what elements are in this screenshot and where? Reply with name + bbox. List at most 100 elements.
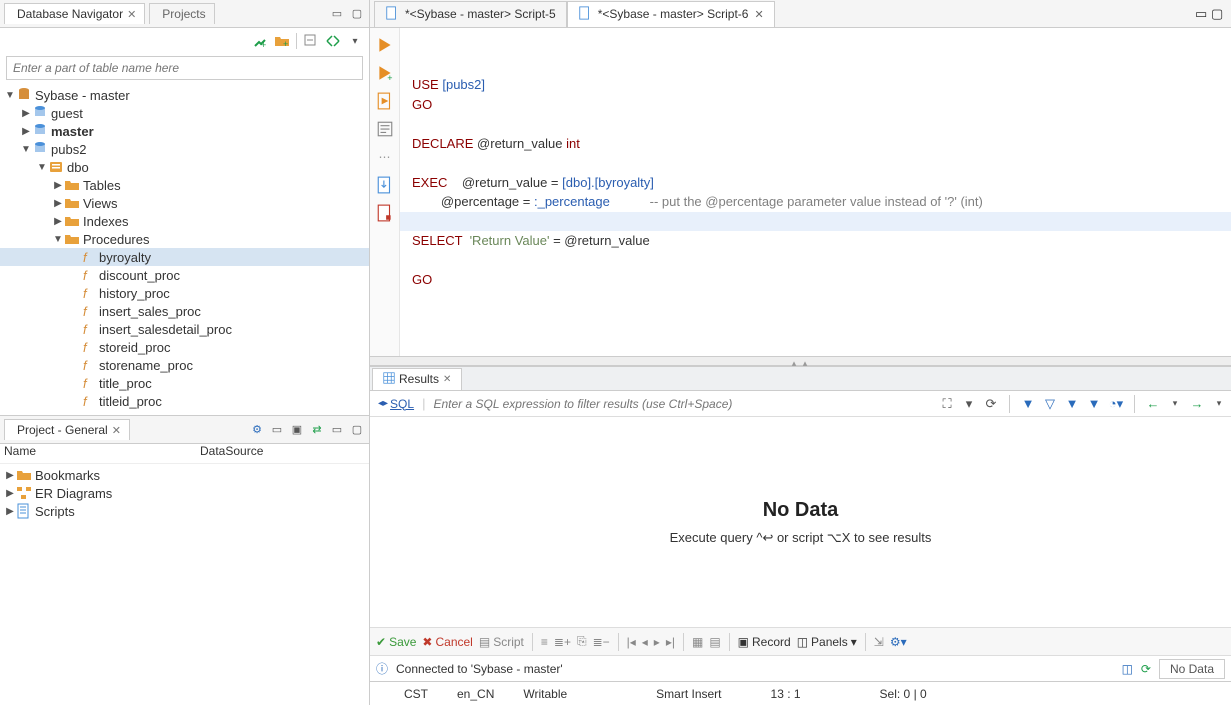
tree-proc-byroyalty[interactable]: f byroyalty	[0, 248, 369, 266]
prev-row-icon[interactable]: ◂	[642, 635, 648, 649]
refresh-status-icon[interactable]: ⟳	[1141, 662, 1151, 676]
close-icon[interactable]: ✕	[127, 8, 136, 21]
nav-back-menu-icon[interactable]: ▾	[1167, 396, 1183, 412]
project-tree[interactable]: ▶Bookmarks ▶ER Diagrams ▶Scripts	[0, 464, 369, 705]
tree-proc[interactable]: finsert_salesdetail_proc	[0, 320, 369, 338]
tree-proc[interactable]: finsert_sales_proc	[0, 302, 369, 320]
results-tab[interactable]: Results ✕	[372, 368, 462, 390]
tree-label: discount_proc	[99, 268, 180, 283]
minimize-icon[interactable]: ▭	[329, 422, 345, 438]
edit-cell-icon[interactable]: ≡	[541, 635, 548, 649]
project-tab[interactable]: Project - General ✕	[4, 419, 130, 440]
tree-proc[interactable]: ftitle_proc	[0, 374, 369, 392]
history-dropdown-icon[interactable]: ▾	[961, 396, 977, 412]
tree-folder-tables[interactable]: ▶ Tables	[0, 176, 369, 194]
tree-proc[interactable]: ftitleid_proc	[0, 392, 369, 410]
tree-proc[interactable]: fstoreid_proc	[0, 338, 369, 356]
project-item-bookmarks[interactable]: ▶Bookmarks	[0, 466, 369, 484]
tree-db-pubs2[interactable]: ▼ pubs2	[0, 140, 369, 158]
nav-forward-menu-icon[interactable]: ▾	[1211, 396, 1227, 412]
results-filter-row: ◂▸SQL | ⛶ ▾ ⟳ ▼ ▽ ▼ ▼ ◔▾ ← ▾ →	[370, 391, 1231, 417]
results-splitter[interactable]: ▴ ▴	[370, 356, 1231, 366]
tree-db-guest[interactable]: ▶ guest	[0, 104, 369, 122]
config-icon[interactable]: ⚙▾	[890, 635, 907, 649]
execute-new-tab-icon[interactable]: +	[376, 64, 394, 82]
save-script-icon[interactable]	[376, 204, 394, 222]
delete-row-icon[interactable]: ≣−	[593, 635, 610, 649]
add-row-icon[interactable]: ≣+	[554, 635, 571, 649]
link-editor-icon[interactable]	[325, 33, 341, 49]
execute-statement-icon[interactable]	[376, 36, 394, 54]
close-icon[interactable]: ✕	[754, 8, 763, 21]
last-row-icon[interactable]: ▸|	[666, 635, 675, 649]
cancel-button[interactable]: ✖Cancel	[422, 635, 472, 649]
new-folder-icon[interactable]: +	[274, 33, 290, 49]
nav-forward-icon[interactable]: →	[1189, 396, 1205, 412]
project-item-erdiagrams[interactable]: ▶ER Diagrams	[0, 484, 369, 502]
col-datasource: DataSource	[200, 444, 369, 463]
filter-settings-icon[interactable]: ▼	[1086, 396, 1102, 412]
next-row-icon[interactable]: ▸	[654, 635, 660, 649]
db-navigator-tree[interactable]: ▼ Sybase - master ▶ guest ▶ master ▼ pub…	[0, 84, 369, 415]
tree-filter-input[interactable]	[6, 56, 363, 80]
collapse-all-icon[interactable]: ▭	[269, 422, 285, 438]
folder-icon	[64, 231, 80, 247]
database-icon	[32, 105, 48, 121]
new-connection-icon[interactable]: +	[252, 33, 268, 49]
tree-schema-dbo[interactable]: ▼ dbo	[0, 158, 369, 176]
load-script-icon[interactable]	[376, 176, 394, 194]
duplicate-row-icon[interactable]: ⎘	[577, 634, 587, 649]
filter-icon[interactable]: ▼	[1020, 396, 1036, 412]
collapse-all-icon[interactable]	[303, 33, 319, 49]
export-icon[interactable]: ⇲	[874, 635, 884, 649]
close-icon[interactable]: ✕	[443, 374, 451, 385]
record-button[interactable]: ▣ Record	[738, 635, 791, 649]
tree-folder-views[interactable]: ▶ Views	[0, 194, 369, 212]
tree-proc[interactable]: fstorename_proc	[0, 356, 369, 374]
tree-folder-procedures[interactable]: ▼ Procedures	[0, 230, 369, 248]
maximize-icon[interactable]: ▢	[1211, 6, 1227, 22]
sql-keyword: USE	[412, 77, 439, 92]
filter-custom-icon[interactable]: ▼	[1064, 396, 1080, 412]
minimize-icon[interactable]: ▭	[1195, 6, 1211, 22]
save-button[interactable]: ✔Save	[376, 635, 416, 649]
gear-icon[interactable]: ⚙	[249, 422, 265, 438]
maximize-icon[interactable]: ▢	[349, 422, 365, 438]
tree-db-master[interactable]: ▶ master	[0, 122, 369, 140]
sql-editor[interactable]: USE [pubs2] GO DECLARE @return_value int…	[400, 28, 1231, 356]
results-filter-input[interactable]	[429, 394, 935, 414]
tree-root-connection[interactable]: ▼ Sybase - master	[0, 86, 369, 104]
expand-icon[interactable]: ⛶	[939, 396, 955, 412]
color-settings-icon[interactable]: ◔▾	[1108, 396, 1124, 412]
editor-tab-script5[interactable]: *<Sybase - master> Script-5	[374, 1, 567, 27]
view-menu-icon[interactable]: ▾	[347, 33, 363, 49]
execute-script-icon[interactable]	[376, 92, 394, 110]
link-icon[interactable]: ⇄	[309, 422, 325, 438]
sql-filter-label[interactable]: ◂▸SQL	[374, 397, 418, 411]
maximize-icon[interactable]: ▢	[349, 6, 365, 22]
transaction-icon[interactable]: ◫	[1122, 662, 1133, 676]
db-navigator-tab[interactable]: Database Navigator ✕	[4, 3, 145, 24]
projects-tab[interactable]: Projects	[149, 3, 214, 24]
nav-back-icon[interactable]: ←	[1145, 396, 1161, 412]
expand-icon[interactable]: ▣	[289, 422, 305, 438]
explain-plan-icon[interactable]	[376, 120, 394, 138]
close-icon[interactable]: ✕	[112, 424, 121, 437]
script-button[interactable]: ▤Script	[479, 635, 524, 649]
toggle-mode-icon[interactable]: ▦	[692, 635, 703, 649]
panels-button[interactable]: ◫ Panels ▾	[797, 635, 857, 649]
sql-text: @return_value =	[462, 175, 562, 190]
filter-remove-icon[interactable]: ▽	[1042, 396, 1058, 412]
minimize-icon[interactable]: ▭	[329, 6, 345, 22]
editor-tab-script6[interactable]: *<Sybase - master> Script-6 ✕	[567, 1, 775, 27]
tree-proc[interactable]: fdiscount_proc	[0, 266, 369, 284]
tree-folder-indexes[interactable]: ▶ Indexes	[0, 212, 369, 230]
refresh-icon[interactable]: ⟳	[983, 396, 999, 412]
first-row-icon[interactable]: |◂	[627, 635, 636, 649]
calc-icon[interactable]: ▤	[709, 635, 720, 649]
tree-proc[interactable]: fhistory_proc	[0, 284, 369, 302]
project-item-scripts[interactable]: ▶Scripts	[0, 502, 369, 520]
more-icon[interactable]: ⋯	[376, 148, 394, 166]
schema-icon	[48, 159, 64, 175]
status-timezone: CST	[390, 687, 443, 701]
